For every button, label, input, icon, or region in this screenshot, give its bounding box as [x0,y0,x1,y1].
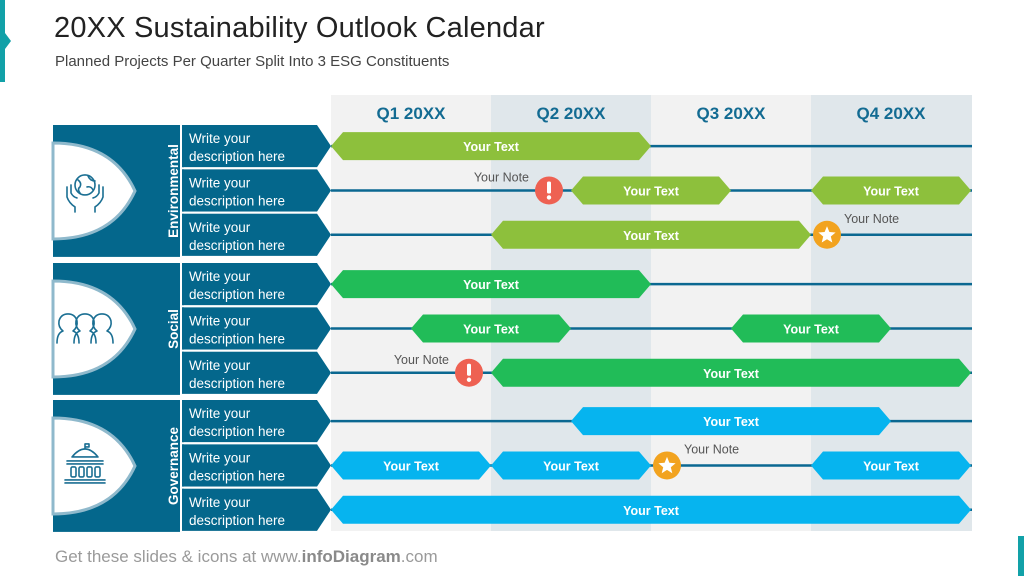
row-description: description here [189,424,285,439]
bar-label: Your Text [623,229,680,243]
milestone-note: Your Note [684,442,739,456]
exclamation-dot [546,195,552,200]
bar-label: Your Text [463,322,520,336]
row-description: description here [189,468,285,483]
bar-label: Your Text [703,367,760,381]
exclamation-mark [467,363,471,376]
row-description: description here [189,193,285,208]
quarter-label: Q2 20XX [537,104,607,123]
row-description: description here [189,238,285,253]
bar-label: Your Text [863,184,920,198]
bar-label: Your Text [463,278,520,292]
category-label: Environmental [166,144,181,238]
timeline-row: Your Text [331,495,972,524]
row-description: Write your [189,406,251,421]
timeline-rows: Your Text Your Text Your Text Your Note Your… [331,132,972,524]
category-label: Governance [166,426,181,505]
row-description: Write your [189,495,251,510]
row-description: description here [189,287,285,302]
exclamation-dot [466,377,472,382]
quarter-label: Q1 20XX [377,104,447,123]
row-description: Write your [189,358,251,373]
bar-label: Your Text [623,504,680,518]
milestone-note: Your Note [474,170,529,184]
row-description: Write your [189,269,251,284]
quarter-label: Q3 20XX [697,104,767,123]
row-description: Write your [189,220,251,235]
row-description: description here [189,331,285,346]
milestone-note: Your Note [844,212,899,226]
milestone-note: Your Note [394,353,449,367]
category-label: Social [166,309,181,349]
row-description: description here [189,149,285,164]
sustainability-calendar-chart: Q1 20XX Q2 20XX Q3 20XX Q4 20XX Environment… [51,95,972,532]
row-description: Write your [189,175,251,190]
quarter-label: Q4 20XX [857,104,927,123]
footer-suffix: .com [400,547,438,566]
bar-label: Your Text [543,459,600,473]
category-panel-environmental: Environmental Write your description here W… [51,125,331,257]
row-description: description here [189,513,285,528]
row-description: Write your [189,131,251,146]
bar-label: Your Text [623,184,680,198]
bar-label: Your Text [383,459,440,473]
footer-brand: infoDiagram [301,547,401,566]
row-description: description here [189,376,285,391]
footer-prefix: Get these slides & icons at www. [55,547,302,566]
bar-label: Your Text [863,459,920,473]
bar-label: Your Text [703,415,760,429]
exclamation-mark [547,181,551,194]
bar-label: Your Text [463,140,520,154]
bar-label: Your Text [783,322,840,336]
row-description: Write your [189,313,251,328]
category-panel-governance: Governance Write your description here Writ… [51,400,331,532]
footer-credit: Get these slides & icons at www.infoDiag… [55,547,438,567]
row-description: Write your [189,450,251,465]
category-panels: Environmental Write your description here W… [51,125,331,532]
category-panel-social: Social Write your description here Write yo… [51,263,331,395]
